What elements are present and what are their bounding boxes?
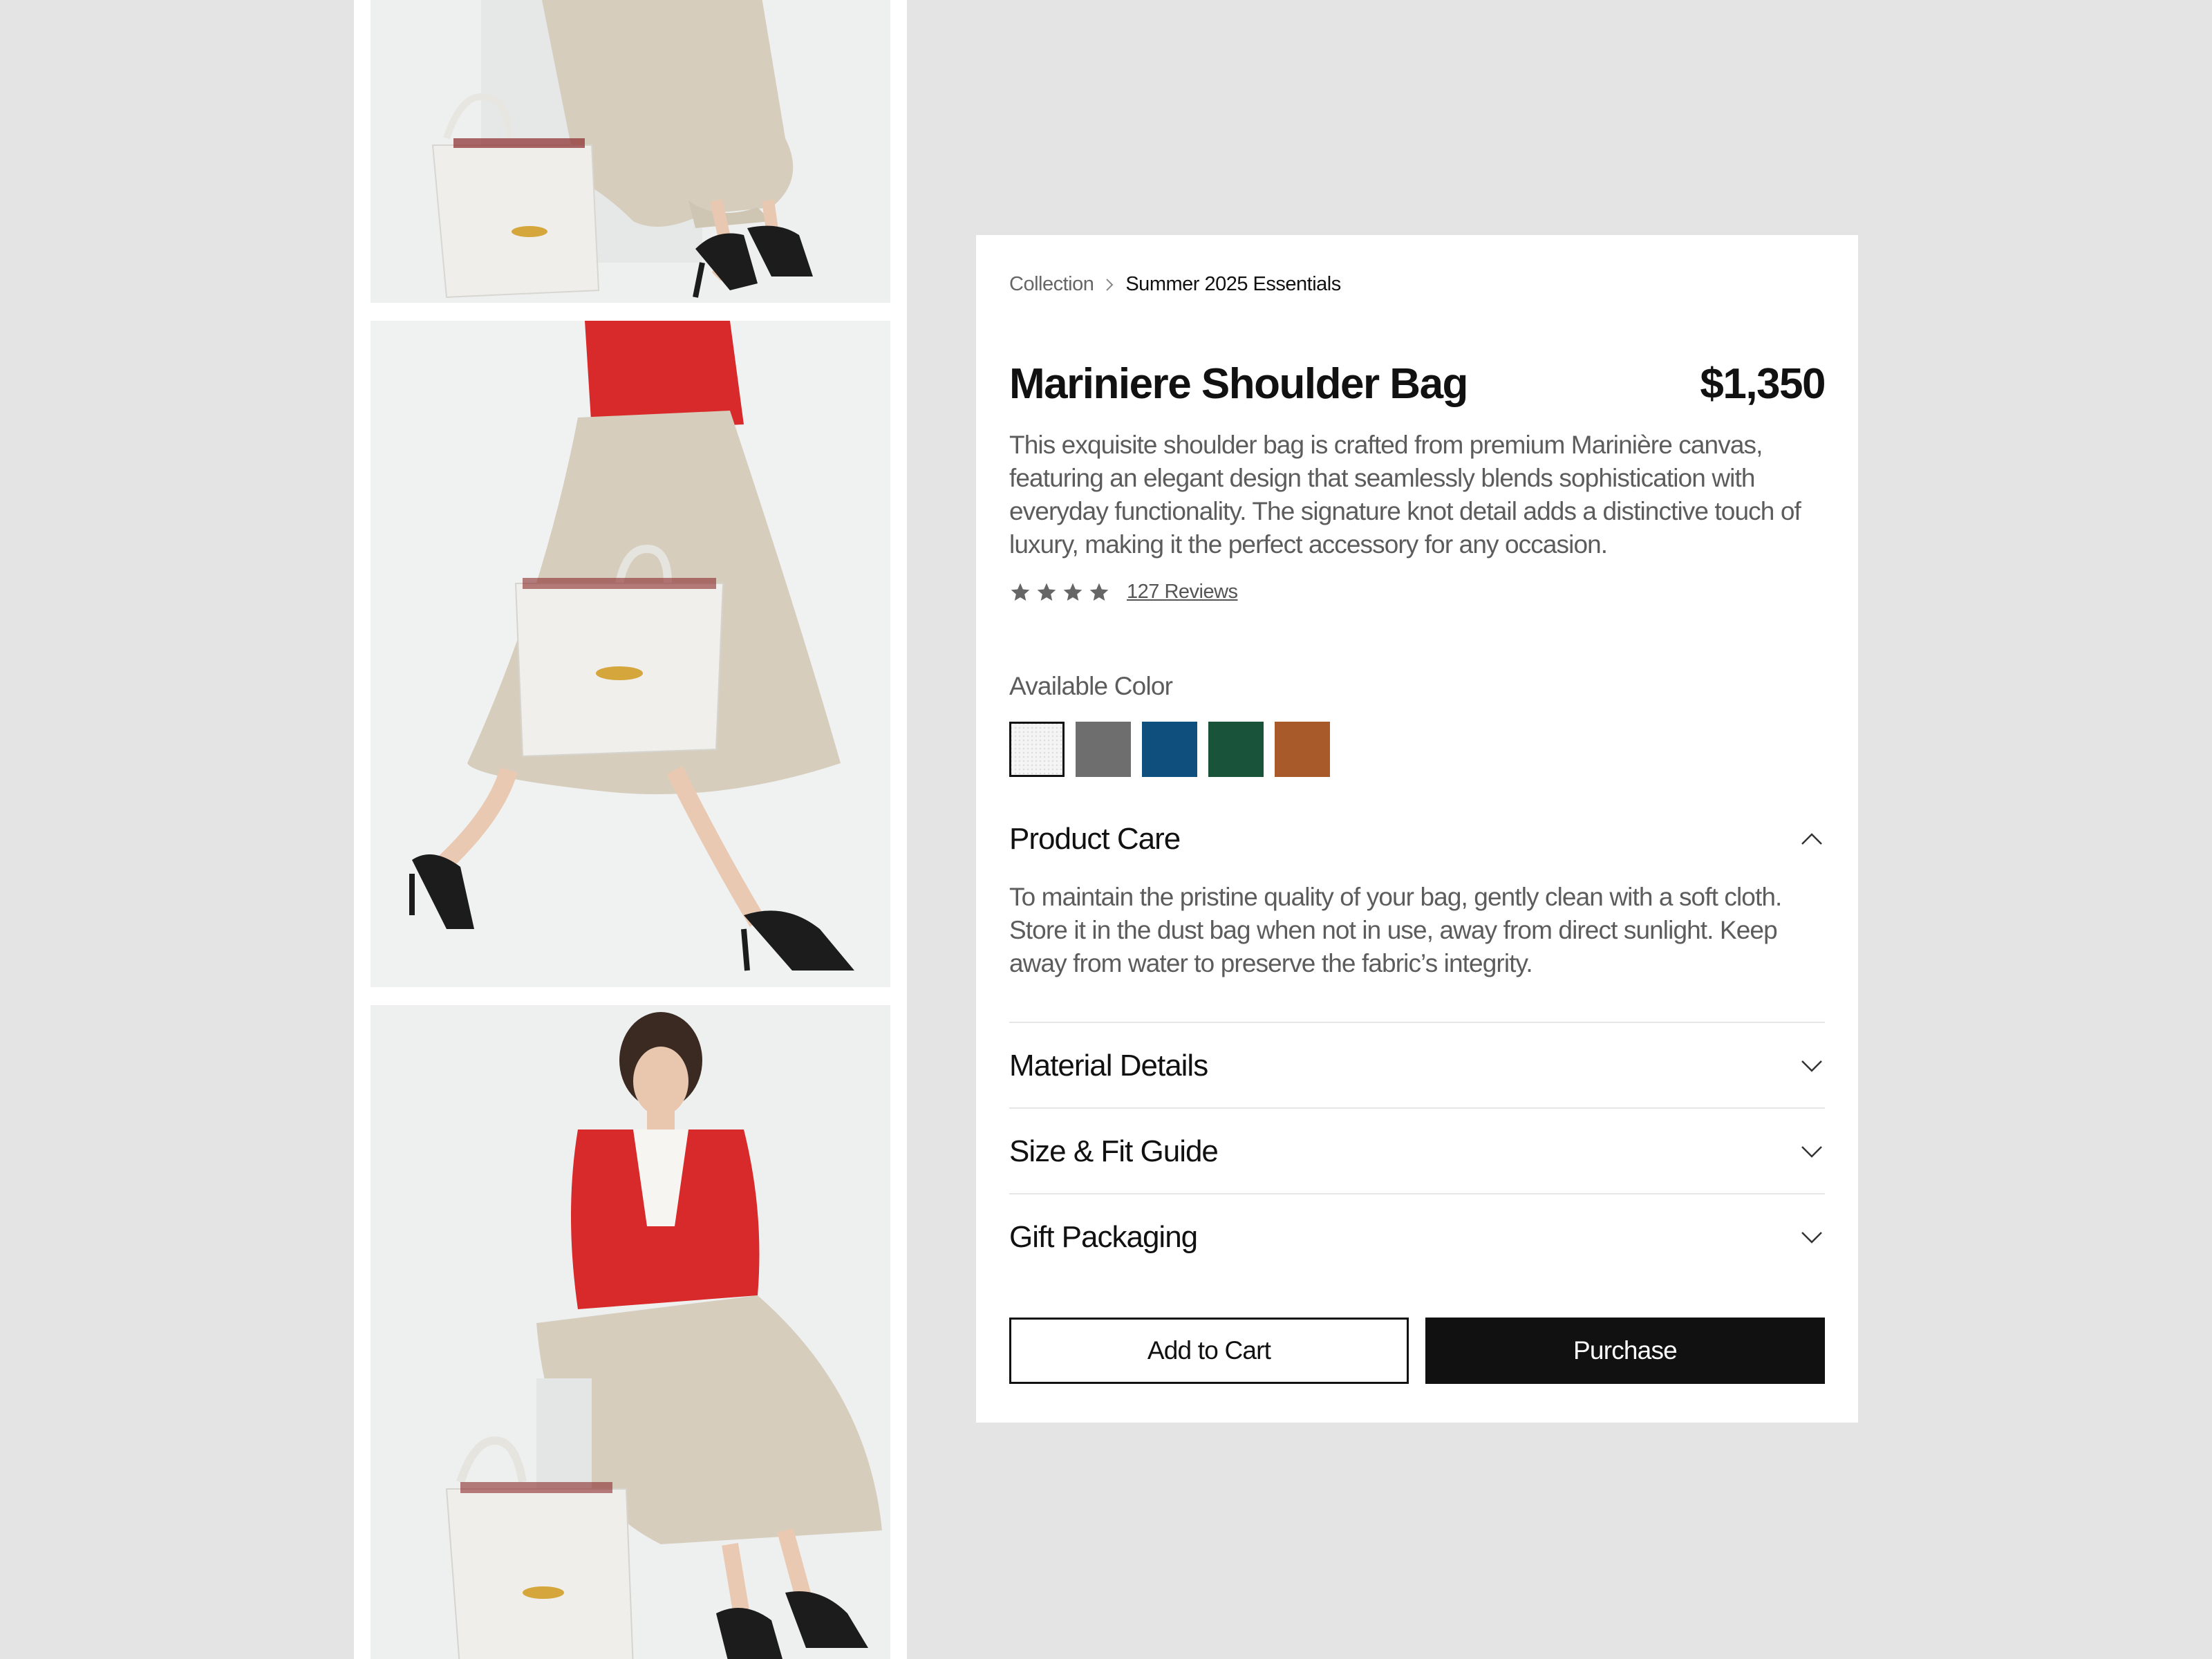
accordion-header-gift-packaging[interactable]: Gift Packaging — [1009, 1194, 1825, 1280]
accordion-title: Gift Packaging — [1009, 1220, 1198, 1254]
star-icon — [1009, 581, 1031, 603]
accordion-header-product-care[interactable]: Product Care — [1009, 816, 1825, 863]
star-icon — [1062, 581, 1084, 603]
product-photo-seated[interactable] — [371, 0, 890, 303]
star-icon — [1035, 581, 1058, 603]
product-card: Collection Summer 2025 Essentials Marini… — [976, 235, 1858, 1423]
product-photo-walking[interactable] — [371, 321, 890, 987]
breadcrumb-current[interactable]: Summer 2025 Essentials — [1125, 273, 1341, 296]
accordion-product-care: Product Care To maintain the pristine qu… — [1009, 816, 1825, 1001]
accordion-body-product-care: To maintain the pristine quality of your… — [1009, 883, 1782, 977]
color-swatch-green[interactable] — [1208, 722, 1264, 777]
accordion-size-fit: Size & Fit Guide — [1009, 1107, 1825, 1194]
color-swatch-blue[interactable] — [1142, 722, 1197, 777]
add-to-cart-button[interactable]: Add to Cart — [1009, 1318, 1409, 1384]
accordion-gift-packaging: Gift Packaging — [1009, 1193, 1825, 1280]
product-price: $1,350 — [1700, 360, 1826, 408]
product-gallery — [354, 0, 907, 1659]
accordion-title: Product Care — [1009, 822, 1181, 856]
accordion-title: Material Details — [1009, 1049, 1208, 1082]
action-buttons: Add to Cart Purchase — [1009, 1318, 1825, 1384]
product-photo-model-seated[interactable] — [371, 1005, 890, 1659]
title-row: Mariniere Shoulder Bag $1,350 — [1009, 359, 1826, 409]
breadcrumb: Collection Summer 2025 Essentials — [1009, 273, 1341, 296]
chevron-down-icon[interactable] — [1799, 1053, 1825, 1079]
star-icon — [1088, 581, 1110, 603]
color-swatch-grey[interactable] — [1076, 722, 1131, 777]
rating: 127 Reviews — [1009, 581, 1238, 603]
chevron-up-icon[interactable] — [1799, 826, 1825, 852]
product-description: This exquisite shoulder bag is crafted f… — [1009, 431, 1801, 559]
breadcrumb-collection[interactable]: Collection — [1009, 273, 1094, 296]
color-swatches — [1009, 722, 1330, 777]
chevron-right-icon — [1105, 276, 1114, 293]
reviews-link[interactable]: 127 Reviews — [1127, 581, 1238, 603]
star-rating — [1009, 581, 1110, 603]
accordion-material-details: Material Details — [1009, 1022, 1825, 1109]
product-title: Mariniere Shoulder Bag — [1009, 360, 1468, 408]
accordion-title: Size & Fit Guide — [1009, 1134, 1219, 1168]
purchase-button[interactable]: Purchase — [1425, 1318, 1825, 1384]
accordion-header-size-fit[interactable]: Size & Fit Guide — [1009, 1109, 1825, 1194]
chevron-down-icon[interactable] — [1799, 1224, 1825, 1250]
accordion-header-material-details[interactable]: Material Details — [1009, 1023, 1825, 1109]
color-label: Available Color — [1009, 672, 1173, 700]
chevron-down-icon[interactable] — [1799, 1138, 1825, 1165]
color-swatch-white[interactable] — [1009, 722, 1065, 777]
color-swatch-brown[interactable] — [1275, 722, 1330, 777]
